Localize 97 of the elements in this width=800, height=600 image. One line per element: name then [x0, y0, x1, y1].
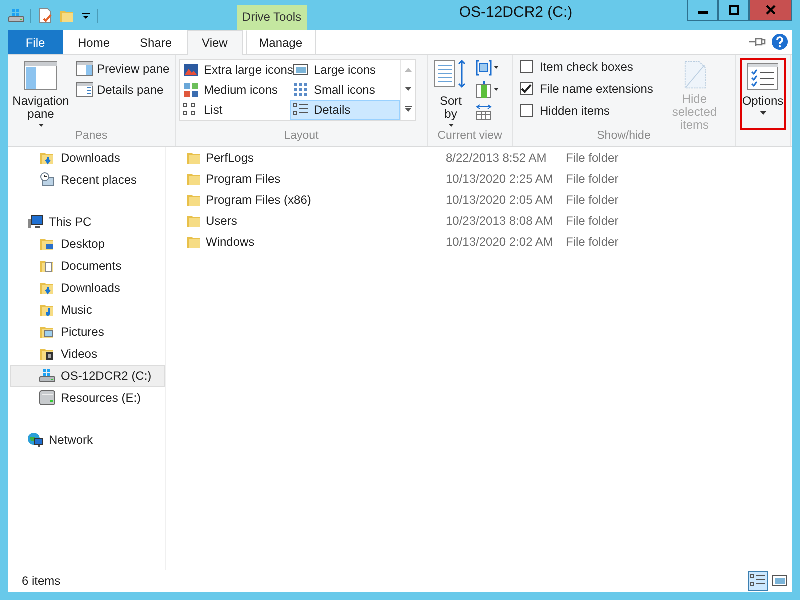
date-modified: 8/22/2013 8:52 AM: [446, 150, 548, 164]
date-modified: 10/13/2020 2:05 AM: [446, 192, 554, 206]
folder-icon: [39, 302, 56, 318]
preview-pane-button[interactable]: Preview pane: [75, 59, 171, 78]
picture-icon: [183, 62, 199, 78]
clock-icon: [39, 172, 56, 188]
picture-icon: [293, 62, 309, 78]
file-type: File folder: [566, 172, 619, 186]
nav-item[interactable]: OS-12DCR2 (C:): [10, 365, 165, 387]
group-by-button[interactable]: [475, 58, 501, 78]
ribbon-tab[interactable]: View: [187, 30, 243, 55]
nav-item[interactable]: Resources (E:): [10, 387, 165, 409]
checkbox[interactable]: Hidden items: [520, 102, 654, 119]
checkbox[interactable]: Item check boxes: [520, 58, 654, 75]
checkmark-icon: [521, 84, 532, 94]
ribbon-tab[interactable]: Home: [63, 30, 126, 54]
layout-option[interactable]: List: [180, 100, 290, 120]
ribbon-tab[interactable]: File: [8, 30, 63, 54]
maximize-icon: [728, 5, 738, 15]
caret-icon: [38, 124, 44, 127]
layout-option[interactable]: Medium icons: [180, 80, 290, 100]
pin-icon: [748, 36, 766, 48]
minimize-button[interactable]: [687, 0, 718, 21]
scroll-up-icon: [404, 68, 412, 72]
caret-icon: [448, 124, 454, 127]
add-columns-button[interactable]: [475, 80, 501, 100]
context-tab-label: Drive Tools: [237, 5, 307, 30]
list-icon: [293, 102, 309, 118]
group-label: Layout: [283, 130, 320, 144]
date-modified: 10/13/2020 2:02 AM: [446, 234, 554, 248]
help-icon: [772, 34, 788, 50]
sort-by-button[interactable]: Sort by: [431, 58, 471, 130]
sort-icon: [434, 59, 468, 91]
close-button[interactable]: [749, 0, 792, 21]
drive-icon: [39, 390, 56, 406]
options-icon: [747, 63, 779, 91]
folder-icon: [39, 346, 56, 362]
file-name[interactable]: Windows: [186, 234, 446, 250]
nav-item[interactable]: Pictures: [10, 321, 165, 343]
expand-icon: [404, 106, 412, 112]
file-type: File folder: [566, 192, 619, 206]
drive-icon: [8, 8, 24, 24]
group-label: Panes: [74, 130, 109, 144]
pane-layout-icon: [24, 61, 58, 91]
ribbon-tab[interactable]: Manage: [246, 30, 316, 54]
details-pane-button[interactable]: Details pane: [75, 80, 171, 99]
details-view-button[interactable]: [748, 571, 768, 591]
file-type: File folder: [566, 150, 619, 164]
folder-icon: [39, 258, 56, 274]
nav-item[interactable]: Videos: [10, 343, 165, 365]
nav-item[interactable]: Network: [10, 429, 165, 451]
navigation-pane-button[interactable]: Navigation pane: [11, 58, 71, 130]
pane-icon: [76, 82, 94, 98]
add-columns-icon: [476, 81, 500, 99]
grid-icon: [183, 82, 199, 98]
nav-item[interactable]: Desktop: [10, 233, 165, 255]
date-modified: 10/23/2013 8:08 AM: [446, 214, 554, 228]
nav-item[interactable]: Documents: [10, 255, 165, 277]
list-icon: [750, 573, 766, 589]
folder-icon: [39, 236, 56, 252]
group-by-icon: [476, 59, 500, 77]
pane-icon: [76, 60, 94, 76]
nav-item[interactable]: Recent places: [10, 169, 165, 191]
file-type: File folder: [566, 234, 619, 248]
layout-option[interactable]: Small icons: [290, 80, 400, 100]
properties-icon: [37, 8, 53, 24]
new-folder-icon: [59, 8, 75, 24]
drive-icon: [39, 368, 56, 384]
file-type: File folder: [566, 214, 619, 228]
nav-item[interactable]: This PC: [10, 211, 165, 233]
file-name[interactable]: Program Files (x86): [186, 192, 446, 208]
group-label: Current view: [436, 130, 504, 144]
checkbox[interactable]: File name extensions: [520, 80, 654, 97]
file-name[interactable]: PerfLogs: [186, 150, 446, 166]
close-icon: [766, 5, 776, 15]
folder-icon: [39, 324, 56, 340]
file-name[interactable]: Users: [186, 212, 446, 228]
folder-icon: [39, 280, 56, 296]
picture-icon: [772, 573, 788, 589]
nav-item[interactable]: Downloads: [10, 147, 165, 169]
window-title: OS-12DCR2 (C:): [458, 3, 574, 23]
caret-icon: [760, 111, 766, 115]
group-label: Show/hide: [596, 130, 652, 144]
ribbon-tab[interactable]: Share: [125, 30, 188, 54]
grid-icon: [293, 82, 309, 98]
globe-icon: [27, 432, 44, 448]
file-name[interactable]: Program Files: [186, 170, 446, 186]
options-button[interactable]: Options: [740, 58, 786, 130]
nav-item[interactable]: Music: [10, 299, 165, 321]
nav-item[interactable]: Downloads: [10, 277, 165, 299]
computer-icon: [27, 214, 44, 230]
item-count: 6 items: [22, 574, 62, 588]
layout-option[interactable]: Details: [290, 100, 400, 120]
folder-icon: [39, 150, 56, 166]
scroll-down-icon: [404, 86, 412, 91]
maximize-button[interactable]: [718, 0, 749, 21]
date-modified: 10/13/2020 2:25 AM: [446, 172, 554, 186]
